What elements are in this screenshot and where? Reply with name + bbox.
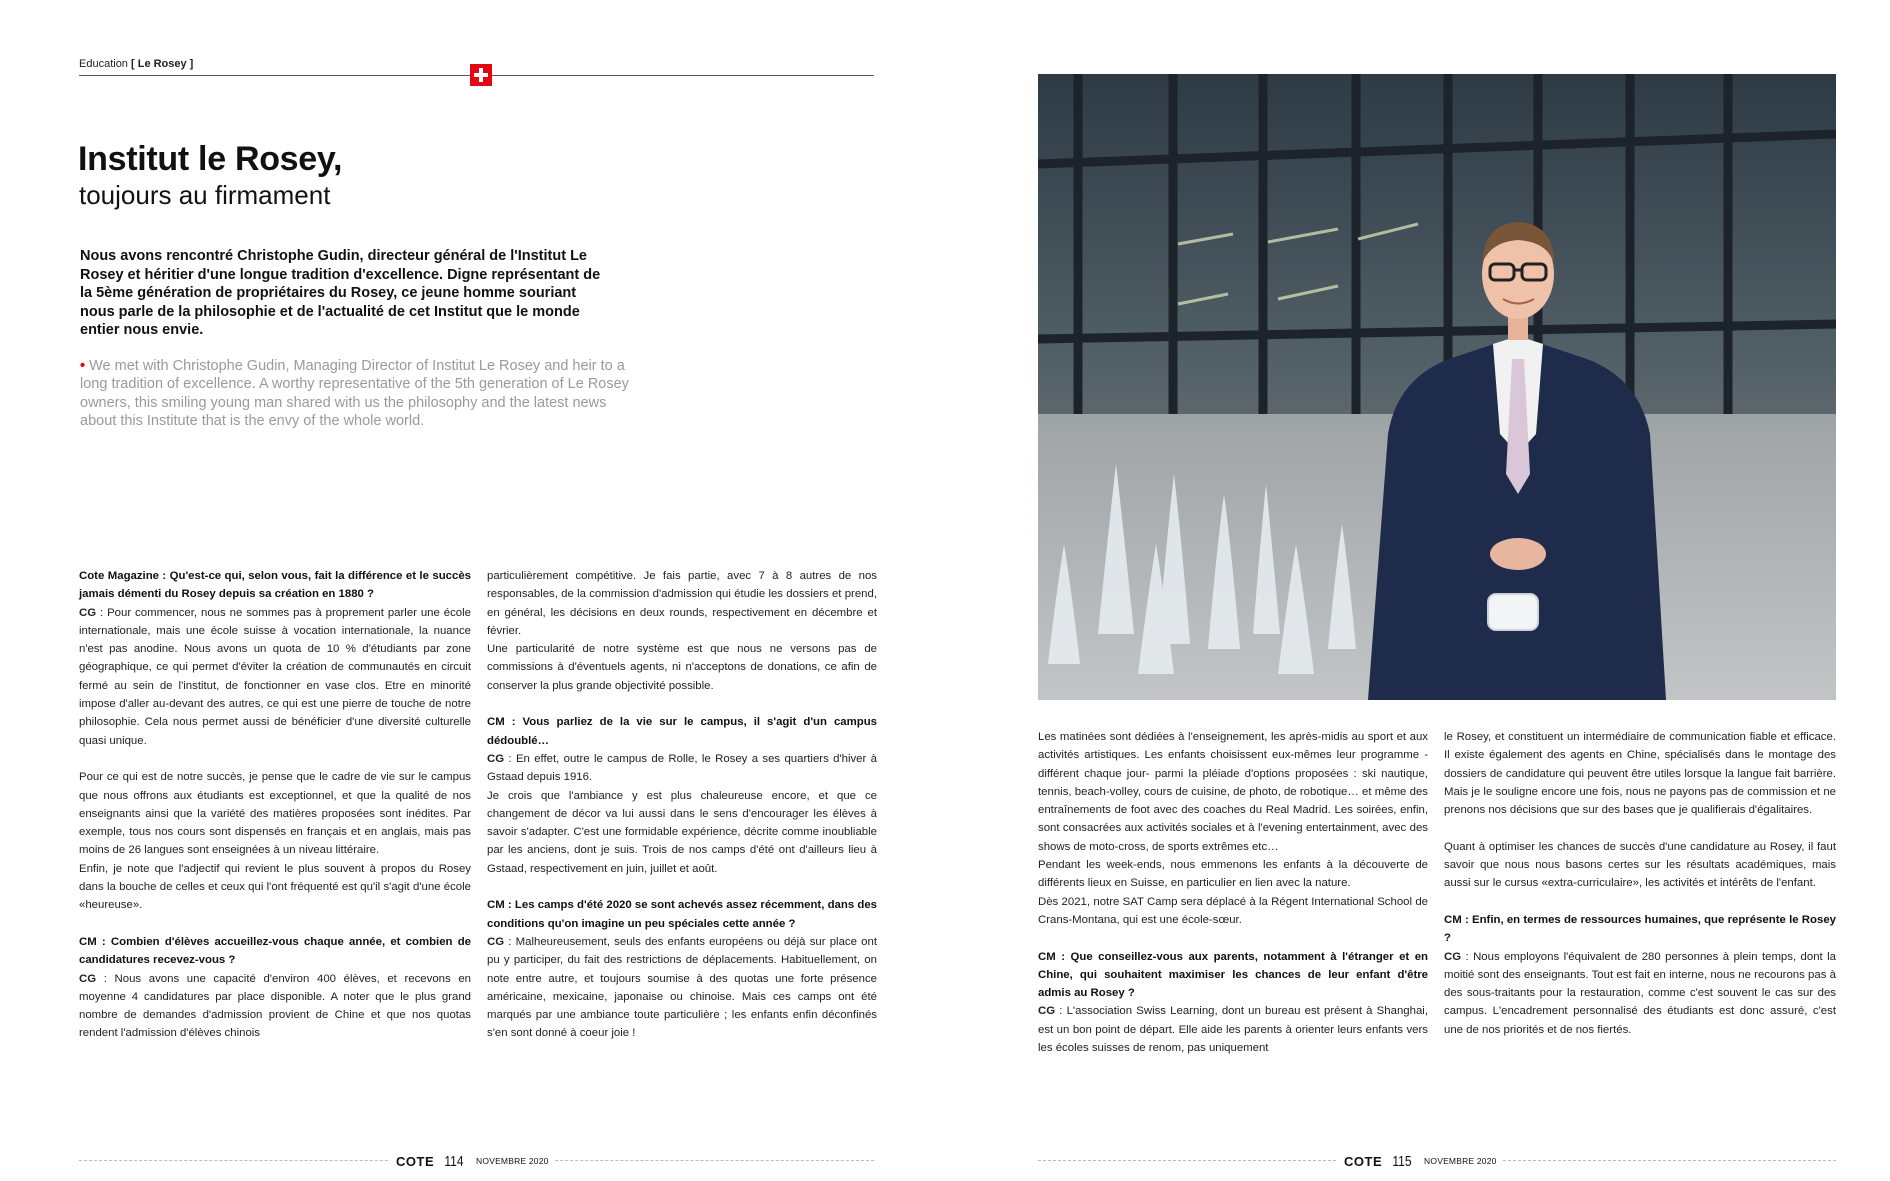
paragraph: Enfin, je note que l'adjectif qui revien… — [79, 862, 471, 912]
paragraph: Pendant les week-ends, nous emmenons les… — [1038, 859, 1428, 890]
question: CM : Enfin, en termes de ressources huma… — [1444, 913, 1836, 945]
portrait-photo — [1038, 74, 1836, 700]
folio-left: COTE 114 NOVEMBRE 2020 — [390, 1152, 555, 1170]
speaker-initials: CG — [1038, 1005, 1056, 1018]
swiss-flag-icon — [470, 64, 492, 86]
paragraph: Les matinées sont dédiées à l'enseigneme… — [1038, 731, 1428, 853]
question: CM : Vous parliez de la vie sur le campu… — [487, 716, 877, 747]
speaker-initials: CG — [487, 935, 505, 948]
article-subtitle: toujours au firmament — [79, 180, 331, 210]
answer-text: : Malheureusement, seuls des enfants eur… — [487, 935, 877, 1040]
folio-right: COTE 115 NOVEMBRE 2020 — [1338, 1152, 1503, 1170]
text-column-4: le Rosey, et constituent un intermédiair… — [1444, 728, 1836, 1039]
question: Cote Magazine : Qu'est-ce qui, selon vou… — [79, 570, 471, 601]
answer-text: : Nous employons l'équivalent de 280 per… — [1444, 950, 1836, 1036]
paragraph: Pour ce qui est de notre succès, je pens… — [79, 771, 471, 857]
speaker-initials: CG — [1444, 950, 1462, 963]
paragraph: Une particularité de notre système est q… — [487, 643, 877, 692]
section-tag: [ Le Rosey ] — [131, 58, 194, 70]
magazine-brand: COTE — [396, 1153, 435, 1169]
issue-date: NOVEMBRE 2020 — [1424, 1156, 1497, 1166]
magazine-brand: COTE — [1344, 1153, 1383, 1169]
question: CM : Que conseillez-vous aux parents, no… — [1038, 950, 1428, 1000]
question: CM : Les camps d'été 2020 se sont achevé… — [487, 899, 877, 930]
answer-text: : L'association Swiss Learning, dont un … — [1038, 1005, 1428, 1055]
answer: CG : L'association Swiss Learning, dont … — [1038, 1002, 1428, 1057]
paragraph: Je crois que l'ambiance y est plus chale… — [487, 789, 877, 875]
text-column-3: Les matinées sont dédiées à l'enseigneme… — [1038, 728, 1428, 1057]
text-column-1: Cote Magazine : Qu'est-ce qui, selon vou… — [79, 567, 471, 1043]
intro-english: • We met with Christophe Gudin, Managing… — [80, 357, 635, 430]
text-column-2: particulièrement compétitive. Je fais pa… — [487, 567, 877, 1043]
answer-text: : Nous avons une capacité d'environ 400 … — [79, 972, 471, 1040]
paragraph: le Rosey, et constituent un intermédiair… — [1444, 731, 1836, 817]
answer: CG : Nous avons une capacité d'environ 4… — [79, 970, 471, 1043]
section-label: Education [ Le Rosey ] — [79, 58, 193, 70]
paragraph: particulièrement compétitive. Je fais pa… — [487, 570, 877, 637]
answer: CG : Nous employons l'équivalent de 280 … — [1444, 948, 1836, 1039]
section-name: Education — [79, 58, 128, 70]
speaker-initials: CG — [487, 752, 505, 765]
paragraph: Dès 2021, notre SAT Camp sera déplacé à … — [1038, 895, 1428, 926]
intro-french: Nous avons rencontré Christophe Gudin, d… — [80, 248, 601, 339]
answer: CG : En effet, outre le campus de Rolle,… — [487, 750, 877, 787]
intro-english-text: We met with Christophe Gudin, Managing D… — [80, 358, 629, 429]
speaker-initials: CG — [79, 606, 97, 619]
answer: CG : Pour commencer, nous ne sommes pas … — [79, 604, 471, 750]
issue-date: NOVEMBRE 2020 — [476, 1156, 549, 1166]
speaker-initials: CG — [79, 972, 97, 985]
page-left: Education [ Le Rosey ] Institut le Rosey… — [0, 0, 945, 1181]
answer-text: : Pour commencer, nous ne sommes pas à p… — [79, 606, 471, 747]
question: CM : Combien d'élèves accueillez-vous ch… — [79, 935, 471, 967]
page-number: 114 — [444, 1152, 464, 1170]
bullet-icon: • — [80, 358, 86, 374]
page-number: 115 — [1392, 1152, 1412, 1170]
paragraph: Quant à optimiser les chances de succès … — [1444, 840, 1836, 890]
answer-text: : En effet, outre le campus de Rolle, le… — [487, 752, 877, 784]
answer: CG : Malheureusement, seuls des enfants … — [487, 933, 877, 1043]
article-title: Institut le Rosey, — [78, 140, 343, 178]
photo-illustration — [1038, 74, 1836, 700]
